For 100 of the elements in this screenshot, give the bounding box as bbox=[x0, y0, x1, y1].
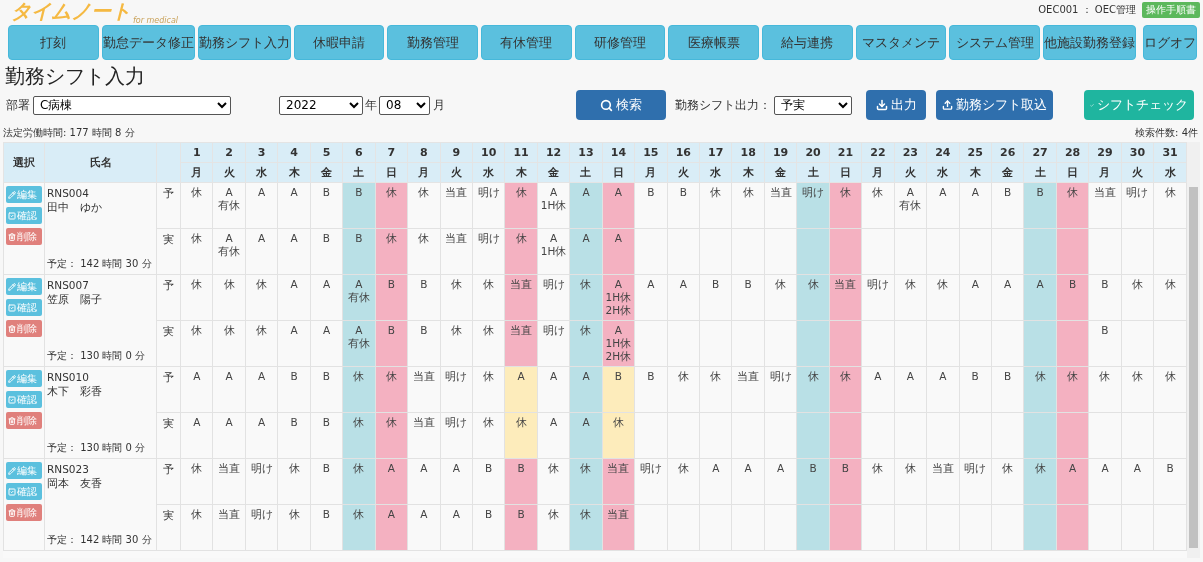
nav-button[interactable]: 勤務管理 bbox=[387, 25, 478, 60]
month-select[interactable]: 08 bbox=[379, 95, 430, 115]
shift-cell[interactable]: 休 bbox=[569, 274, 603, 321]
nav-button[interactable]: 有休管理 bbox=[481, 25, 572, 60]
shift-cell[interactable]: B bbox=[375, 274, 408, 321]
shift-cell[interactable]: A bbox=[959, 182, 992, 229]
shift-cell[interactable]: 当直 bbox=[731, 366, 765, 413]
shift-cell[interactable] bbox=[634, 320, 668, 367]
shift-cell[interactable] bbox=[796, 228, 830, 275]
shift-cell[interactable]: 休 bbox=[180, 228, 213, 275]
shift-cell[interactable]: 休 bbox=[375, 228, 408, 275]
shift-cell[interactable]: A bbox=[277, 320, 311, 367]
shift-cell[interactable]: A bbox=[667, 274, 700, 321]
shift-cell[interactable]: 休 bbox=[342, 412, 376, 459]
shift-cell[interactable]: B bbox=[342, 228, 376, 275]
shift-cell[interactable]: A bbox=[861, 366, 895, 413]
shift-cell[interactable]: 当直 bbox=[407, 366, 440, 413]
shift-cell[interactable]: 当直 bbox=[440, 228, 473, 275]
shift-cell[interactable]: B bbox=[472, 504, 505, 551]
shift-cell[interactable]: 明け bbox=[764, 366, 797, 413]
shift-cell[interactable]: 休 bbox=[180, 320, 213, 367]
shift-cell[interactable]: 休 bbox=[245, 320, 278, 367]
shift-cell[interactable]: 当直 bbox=[504, 320, 538, 367]
shift-cell[interactable]: A bbox=[212, 412, 246, 459]
shift-cell[interactable] bbox=[829, 320, 862, 367]
shift-cell[interactable]: A bbox=[569, 228, 603, 275]
shift-cell[interactable]: 休 bbox=[180, 458, 213, 505]
shift-cell[interactable]: 明け bbox=[959, 458, 992, 505]
shift-cell[interactable]: A bbox=[277, 228, 311, 275]
shift-cell[interactable]: 休 bbox=[667, 366, 700, 413]
shift-cell[interactable]: A bbox=[569, 182, 603, 229]
shift-cell[interactable]: B bbox=[1023, 182, 1057, 229]
shift-cell[interactable] bbox=[861, 504, 895, 551]
shift-cell[interactable]: 休 bbox=[991, 458, 1024, 505]
shift-cell[interactable] bbox=[796, 504, 830, 551]
shift-cell[interactable]: B bbox=[472, 458, 505, 505]
shift-cell[interactable]: A bbox=[310, 320, 343, 367]
shift-cell[interactable] bbox=[1023, 228, 1057, 275]
shift-cell[interactable]: A bbox=[277, 274, 311, 321]
shift-cell[interactable]: A bbox=[245, 182, 278, 229]
import-button[interactable]: 勤務シフト取込 bbox=[936, 90, 1053, 120]
shift-cell[interactable]: A 有休 bbox=[212, 182, 246, 229]
shift-cell[interactable] bbox=[634, 504, 668, 551]
shift-cell[interactable] bbox=[1023, 504, 1057, 551]
shift-cell[interactable]: A bbox=[375, 504, 408, 551]
shift-cell[interactable]: 明け bbox=[537, 320, 570, 367]
shift-cell[interactable]: A bbox=[310, 274, 343, 321]
shift-cell[interactable]: 休 bbox=[1023, 458, 1057, 505]
shift-cell[interactable] bbox=[764, 412, 797, 459]
shift-cell[interactable] bbox=[829, 412, 862, 459]
shift-cell[interactable]: 当直 bbox=[440, 182, 473, 229]
year-select[interactable]: 2022 bbox=[279, 95, 363, 115]
shift-cell[interactable]: A 1H休 bbox=[537, 182, 570, 229]
shift-cell[interactable]: B bbox=[1153, 458, 1187, 505]
nav-button[interactable]: 給与連携 bbox=[762, 25, 853, 60]
shift-cell[interactable]: A bbox=[180, 366, 213, 413]
shift-cell[interactable]: 休 bbox=[861, 182, 895, 229]
shift-cell[interactable]: B bbox=[796, 458, 830, 505]
shift-cell[interactable]: B bbox=[310, 458, 343, 505]
shift-cell[interactable] bbox=[1056, 320, 1089, 367]
shift-cell[interactable]: A bbox=[731, 458, 765, 505]
shift-cell[interactable]: A bbox=[277, 182, 311, 229]
shift-cell[interactable]: B bbox=[634, 366, 668, 413]
shift-cell[interactable]: A 1H休 2H休 bbox=[602, 274, 635, 321]
shift-cell[interactable]: A bbox=[926, 182, 959, 229]
shift-cell[interactable]: 休 bbox=[472, 274, 505, 321]
shift-cell[interactable]: 明け bbox=[861, 274, 895, 321]
shift-cell[interactable]: 休 bbox=[472, 320, 505, 367]
shift-cell[interactable]: 休 bbox=[342, 366, 376, 413]
shift-cell[interactable]: 休 bbox=[894, 274, 927, 321]
shift-cell[interactable]: A bbox=[245, 412, 278, 459]
shift-cell[interactable]: 休 bbox=[1088, 366, 1122, 413]
shift-cell[interactable]: 明け bbox=[472, 228, 505, 275]
shift-cell[interactable]: 休 bbox=[764, 274, 797, 321]
shift-cell[interactable]: 当直 bbox=[764, 182, 797, 229]
shift-cell[interactable] bbox=[1088, 412, 1122, 459]
shift-cell[interactable] bbox=[829, 504, 862, 551]
shift-cell[interactable]: 休 bbox=[440, 320, 473, 367]
shift-cell[interactable]: 休 bbox=[342, 504, 376, 551]
shift-cell[interactable]: A bbox=[926, 366, 959, 413]
shift-cell[interactable]: A bbox=[991, 274, 1024, 321]
shift-cell[interactable] bbox=[1023, 320, 1057, 367]
shift-cell[interactable]: 明け bbox=[245, 458, 278, 505]
shift-cell[interactable]: B bbox=[1056, 274, 1089, 321]
shift-cell[interactable]: A 有休 bbox=[342, 274, 376, 321]
nav-button[interactable]: 勤務シフト入力 bbox=[197, 25, 291, 60]
export-button[interactable]: 出力 bbox=[866, 90, 926, 120]
shift-cell[interactable]: 休 bbox=[407, 182, 440, 229]
shift-cell[interactable]: B bbox=[1088, 320, 1122, 367]
shift-cell[interactable] bbox=[634, 228, 668, 275]
shift-cell[interactable] bbox=[796, 320, 830, 367]
shift-cell[interactable]: 休 bbox=[212, 320, 246, 367]
shift-cell[interactable]: 休 bbox=[569, 320, 603, 367]
shift-cell[interactable]: 休 bbox=[699, 366, 732, 413]
shift-cell[interactable]: A bbox=[180, 412, 213, 459]
shift-cell[interactable]: 休 bbox=[504, 412, 538, 459]
shift-cell[interactable]: B bbox=[829, 458, 862, 505]
shift-cell[interactable] bbox=[1088, 504, 1122, 551]
shift-cell[interactable]: B bbox=[504, 504, 538, 551]
shift-cell[interactable]: 休 bbox=[1056, 182, 1089, 229]
